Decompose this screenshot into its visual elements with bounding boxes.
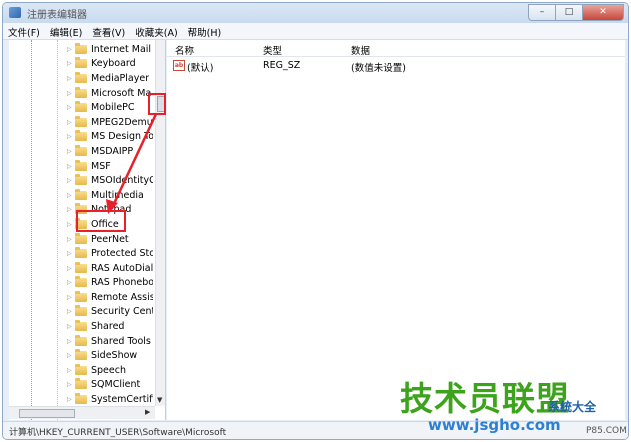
watermark-small-text: P85.COM [586,426,627,436]
watermark-subtitle: 系统大全 [548,400,597,414]
watermark-url: www.jsgho.com [428,416,561,434]
watermark-title: 技术员联盟 [400,379,570,418]
site-watermark: 技术员联盟 系统大全 www.jsgho.com P85.COM [400,372,629,440]
